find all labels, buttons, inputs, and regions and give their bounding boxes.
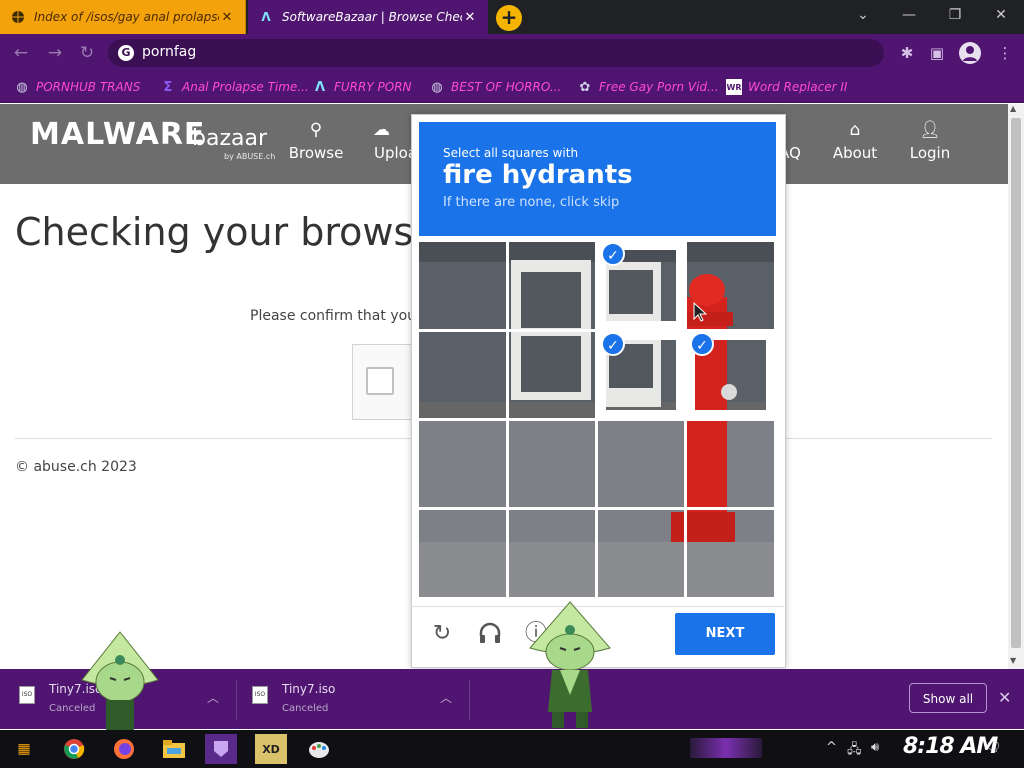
page-title: Checking your browser bbox=[15, 210, 453, 254]
purple-app-icon[interactable] bbox=[205, 734, 237, 764]
tab-close-icon[interactable]: ✕ bbox=[462, 10, 478, 25]
next-button[interactable]: NEXT bbox=[675, 613, 775, 655]
xd-icon[interactable]: XD bbox=[255, 734, 287, 764]
nav-browse[interactable]: ⚲ Browse bbox=[281, 120, 351, 162]
back-arrow-icon[interactable]: ← bbox=[10, 42, 32, 64]
search-icon: ⚲ bbox=[309, 120, 323, 140]
show-all-button[interactable]: Show all bbox=[909, 683, 987, 713]
chevron-up-icon[interactable]: ︿ bbox=[207, 689, 219, 706]
divider bbox=[469, 680, 470, 720]
chrome-icon[interactable] bbox=[58, 734, 90, 764]
address-bar[interactable] bbox=[108, 39, 884, 67]
address-input[interactable]: pornfag bbox=[142, 44, 196, 60]
nav-about[interactable]: ⌂ About bbox=[820, 120, 890, 162]
close-window-button[interactable]: ✕ bbox=[978, 0, 1024, 30]
lambda-icon: Λ bbox=[261, 10, 271, 24]
confirm-text: Please confirm that you bbox=[250, 308, 417, 324]
captcha-target: fire hydrants bbox=[443, 160, 633, 190]
scrollbar-thumb[interactable] bbox=[1011, 118, 1021, 648]
forward-arrow-icon[interactable]: → bbox=[44, 42, 66, 64]
bookmark-furry[interactable]: Λ FURRY PORN bbox=[312, 78, 412, 96]
tab-softwarebazaar[interactable]: Λ SoftwareBazaar | Browse Check ✕ bbox=[248, 0, 488, 34]
restore-button[interactable]: ❐ bbox=[932, 0, 978, 30]
reload-icon[interactable]: ↻ bbox=[76, 42, 98, 64]
firefox-icon[interactable] bbox=[108, 734, 140, 764]
globe-icon: ◍ bbox=[431, 79, 443, 95]
building-icon: ⌂ bbox=[849, 120, 861, 140]
grid-line bbox=[419, 507, 774, 510]
notifications-icon[interactable]: 🗨︎ bbox=[985, 740, 1002, 755]
user-icon: 👤︎ bbox=[919, 120, 941, 140]
check-icon: ✓ bbox=[601, 332, 625, 356]
captcha-skip-hint: If there are none, click skip bbox=[443, 195, 620, 210]
close-icon[interactable]: ✕ bbox=[998, 688, 1011, 707]
cloud-upload-icon: ☁ bbox=[373, 120, 390, 140]
clock[interactable]: 8:18 AM bbox=[903, 734, 998, 759]
side-panel-icon[interactable]: ▣ bbox=[926, 42, 948, 64]
globe-icon bbox=[10, 9, 26, 25]
nav-upload[interactable]: ☁Uploa bbox=[361, 120, 411, 162]
lambda-icon: Λ bbox=[314, 79, 326, 95]
wr-icon: WR bbox=[726, 79, 742, 95]
taskbar-decoration bbox=[690, 738, 762, 758]
chevron-up-icon[interactable]: ︿ bbox=[440, 689, 452, 706]
tab-index-isos[interactable]: Index of /isos/gay anal prolapse ✕ bbox=[0, 0, 246, 34]
download-item[interactable]: ISO Tiny7.iso Canceled ︿ bbox=[252, 676, 462, 722]
start-icon[interactable]: ▦ bbox=[8, 734, 40, 764]
nav-login[interactable]: 👤︎ Login bbox=[895, 120, 965, 162]
new-tab-button[interactable]: + bbox=[496, 5, 522, 31]
grid-line bbox=[419, 418, 774, 421]
captcha-image-grid: ✓ ✓ ✓ bbox=[419, 242, 774, 597]
volume-icon[interactable]: 🔊︎ bbox=[871, 740, 879, 755]
bookmark-free-gay[interactable]: ✿ Free Gay Porn Vid... bbox=[577, 78, 719, 96]
check-icon: ✓ bbox=[601, 242, 625, 266]
tab-search-icon[interactable]: ⌄ bbox=[840, 0, 886, 30]
divider bbox=[236, 680, 237, 720]
extensions-icon[interactable]: ✱ bbox=[896, 42, 918, 64]
mouse-cursor-icon bbox=[693, 302, 708, 322]
headphones-icon[interactable] bbox=[476, 620, 504, 648]
footer-copyright: © abuse.ch 2023 bbox=[15, 459, 137, 475]
bookmark-word-replacer[interactable]: WR Word Replacer II bbox=[726, 78, 847, 96]
site-logo[interactable]: MALWARE bbox=[30, 117, 205, 152]
tab-title: SoftwareBazaar | Browse Check bbox=[282, 10, 462, 24]
captcha-instruction: Select all squares with bbox=[443, 146, 579, 160]
bookmark-anal-prolapse[interactable]: Σ Anal Prolapse Time... bbox=[160, 78, 309, 96]
file-explorer-icon[interactable] bbox=[158, 734, 190, 764]
iso-file-icon: ISO bbox=[19, 686, 35, 704]
captcha-checkbox[interactable] bbox=[366, 367, 394, 395]
tab-close-icon[interactable]: ✕ bbox=[219, 10, 235, 25]
chevron-up-icon[interactable]: ^ bbox=[826, 740, 837, 755]
scroll-down-icon[interactable]: ▼ bbox=[1010, 656, 1016, 665]
scroll-up-icon[interactable]: ▲ bbox=[1010, 104, 1016, 113]
site-logo-by: by ABUSE.ch bbox=[224, 152, 276, 161]
check-icon: ✓ bbox=[690, 332, 714, 356]
menu-kebab-icon[interactable]: ⋮ bbox=[994, 42, 1016, 64]
sigma-icon: Σ bbox=[163, 79, 173, 95]
profile-avatar-icon[interactable] bbox=[959, 42, 981, 64]
tab-title: Index of /isos/gay anal prolapse bbox=[34, 10, 219, 24]
minimize-button[interactable]: — bbox=[886, 0, 932, 30]
paint-icon[interactable] bbox=[303, 734, 335, 764]
refresh-icon[interactable]: ↻ bbox=[428, 620, 456, 648]
network-icon[interactable]: 🖧︎ bbox=[847, 740, 862, 762]
bookmark-pornhub-trans[interactable]: ◍ PORNHUB TRANS bbox=[14, 78, 140, 96]
puzzle-icon: ✿ bbox=[579, 79, 591, 95]
globe-icon: ◍ bbox=[16, 79, 28, 95]
bookmark-best-of-horror[interactable]: ◍ BEST OF HORRO... bbox=[429, 78, 561, 96]
site-logo-sub: bazaar bbox=[192, 126, 268, 151]
character-sprite bbox=[81, 631, 159, 730]
character-sprite bbox=[529, 601, 611, 728]
iso-file-icon: ISO bbox=[252, 686, 268, 704]
google-icon: G bbox=[118, 45, 134, 61]
